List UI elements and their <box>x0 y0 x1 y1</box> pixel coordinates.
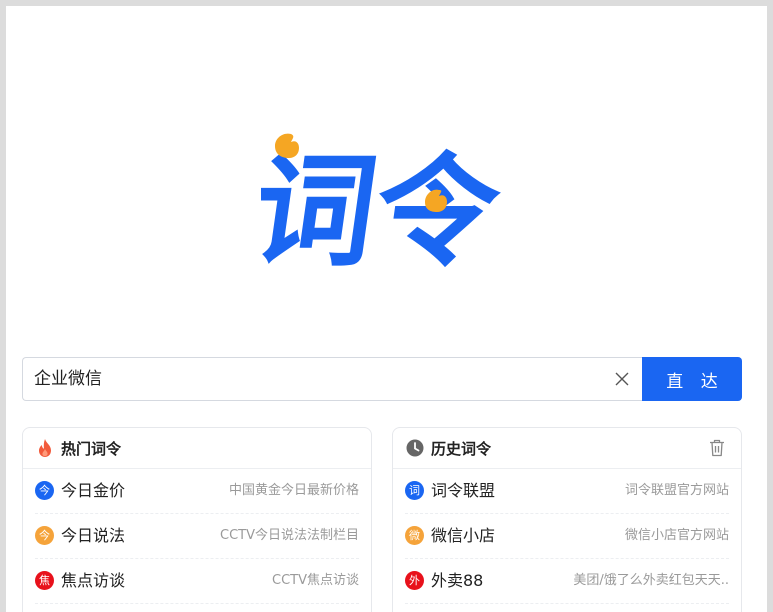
item-description: 美团/饿了么外卖红包天天.. <box>573 573 729 588</box>
logo-text: 词令 <box>261 141 508 272</box>
logo-accent-icon <box>275 133 299 158</box>
hot-panel: 热门词令 今今日金价 中国黄金今日最新价格今今日说法 CCTV今日说法法制栏目焦焦点… <box>22 427 372 612</box>
item-name[interactable]: 微信小店 <box>431 514 495 558</box>
history-panel: 历史词令 词词令联盟 词令联盟官方网站微微信小店 微信小店官方网站外外卖88 美团/饿… <box>392 427 742 612</box>
hot-panel-header: 热门词令 <box>23 428 371 469</box>
hot-list-item[interactable]: 今今日说法 CCTV今日说法法制栏目 <box>35 514 359 559</box>
item-name[interactable]: 外卖88 <box>431 559 483 603</box>
item-badge-icon: 微 <box>405 526 424 545</box>
history-list-item[interactable]: 词词令联盟 词令联盟官方网站 <box>405 469 729 514</box>
search-input[interactable]: 企业微信 <box>22 357 643 401</box>
trash-icon[interactable] <box>709 439 725 457</box>
history-panel-title: 历史词令 <box>431 440 492 458</box>
flame-icon <box>39 439 51 457</box>
search-input-value[interactable]: 企业微信 <box>34 358 102 400</box>
logo: 词令 <box>261 133 508 272</box>
hot-panel-title: 热门词令 <box>61 440 122 458</box>
page: 词令 企业微信 直 达 热门词令 今今日金价 中国黄金今日最新价格今今日说法 CCT… <box>6 6 767 612</box>
item-description: 中国黄金今日最新价格 <box>228 483 359 498</box>
close-icon[interactable] <box>615 372 629 386</box>
item-name[interactable]: 今日金价 <box>61 469 125 513</box>
item-name[interactable]: 词令联盟 <box>431 469 495 513</box>
hot-list-item[interactable]: 今今日金价 中国黄金今日最新价格 <box>35 469 359 514</box>
item-badge-icon: 今 <box>35 481 54 500</box>
hot-list-item[interactable]: 焦焦点访谈 CCTV焦点访谈 <box>35 559 359 604</box>
search-bar: 企业微信 直 达 <box>22 357 742 401</box>
clock-icon <box>406 439 424 457</box>
item-name[interactable]: 焦点访谈 <box>61 559 125 603</box>
history-list-item[interactable]: 外外卖88 美团/饿了么外卖红包天天.. <box>405 559 729 604</box>
item-name[interactable]: 今日说法 <box>61 514 125 558</box>
item-description: 微信小店官方网站 <box>624 528 729 543</box>
item-badge-icon: 外 <box>405 571 424 590</box>
item-badge-icon: 今 <box>35 526 54 545</box>
item-description: CCTV焦点访谈 <box>272 573 359 588</box>
item-description: CCTV今日说法法制栏目 <box>220 528 359 543</box>
history-list-item[interactable]: 微微信小店 微信小店官方网站 <box>405 514 729 559</box>
item-badge-icon: 焦 <box>35 571 54 590</box>
item-description: 词令联盟官方网站 <box>624 483 729 498</box>
go-button[interactable]: 直 达 <box>642 357 742 401</box>
history-panel-header: 历史词令 <box>393 428 741 469</box>
item-badge-icon: 词 <box>405 481 424 500</box>
